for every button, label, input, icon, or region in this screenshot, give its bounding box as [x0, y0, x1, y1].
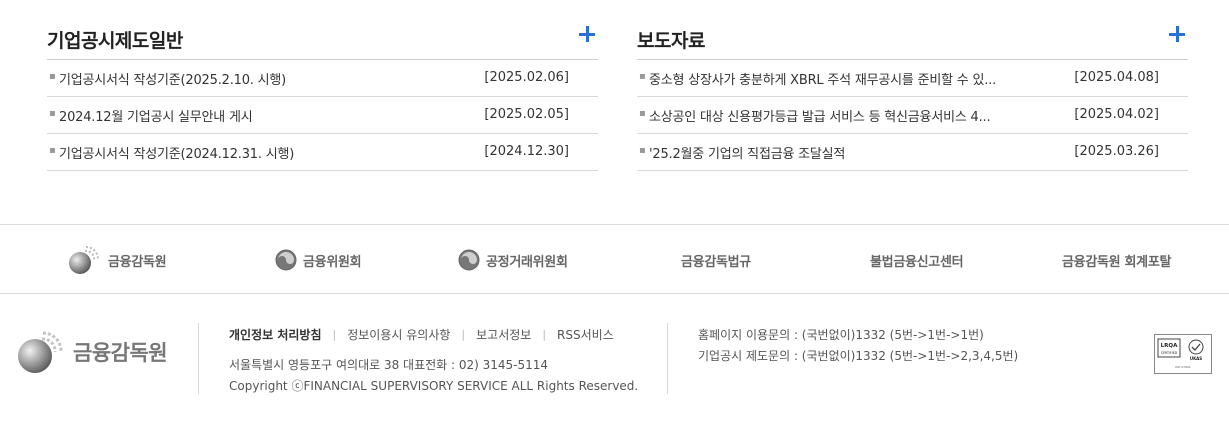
item-title[interactable]: 소상공인 대상 신용평가등급 발급 서비스 등 혁신금융서비스 4...: [649, 106, 990, 125]
list-item[interactable]: ▪ 2024.12월 기업공시 실무안내 게시 [2025.02.05]: [47, 97, 598, 134]
bullet-icon: ▪: [639, 108, 646, 119]
board-title: 보도자료: [637, 30, 705, 52]
certification-badge: LRQA CERTIFIED UKAS ISO 27001: [1154, 334, 1212, 374]
report-info-link[interactable]: 보고서정보: [476, 326, 531, 343]
bullet-icon: ▪: [49, 145, 56, 156]
more-plus-icon[interactable]: [579, 26, 595, 42]
list-item[interactable]: ▪ 기업공시서식 작성기준(2025.2.10. 시행) [2025.02.06…: [47, 60, 598, 97]
partner-label: 금융감독법규: [681, 254, 751, 270]
privacy-policy-link[interactable]: 개인정보 처리방침: [229, 326, 322, 343]
ftc-emblem-icon: [458, 249, 480, 271]
partner-accounting-portal-link[interactable]: 금융감독원 회계포탈: [1062, 249, 1171, 271]
partner-label: 공정거래위원회: [486, 254, 568, 270]
item-title[interactable]: 중소형 상장사가 충분하게 XBRL 주석 재무공시를 준비할 수 있...: [649, 69, 996, 88]
cert-mark-text: CERTIFIED: [1161, 351, 1178, 355]
contact-homepage: 홈페이지 이용문의 : (국번없이)1332 (5번->1번->1번): [698, 328, 984, 342]
cert-mark-text: LRQA: [1161, 343, 1178, 349]
partner-label: 금융감독원 회계포탈: [1062, 254, 1172, 270]
lrqa-ukas-certification-icon: LRQA CERTIFIED UKAS ISO 27001: [1157, 338, 1204, 369]
board-header: 보도자료: [637, 18, 1188, 60]
partner-fss-link[interactable]: 금융감독원: [68, 246, 167, 274]
board-header: 기업공시제도일반: [47, 18, 598, 60]
partner-label: 금융위원회: [303, 254, 362, 270]
link-separator: |: [461, 328, 466, 341]
item-title[interactable]: '25.2월중 기업의 직접금융 조달실적: [649, 143, 845, 162]
item-date: [2025.04.02]: [1074, 107, 1159, 122]
partner-ftc-link[interactable]: 공정거래위원회: [458, 249, 568, 271]
list-item[interactable]: ▪ '25.2월중 기업의 직접금융 조달실적 [2025.03.26]: [637, 134, 1188, 171]
item-date: [2025.03.26]: [1074, 144, 1159, 159]
disclosure-board: 기업공시제도일반 ▪ 기업공시서식 작성기준(2025.2.10. 시행) [2…: [47, 18, 598, 171]
footer-divider: [198, 323, 199, 394]
footer-logo: 금융감독원: [17, 330, 168, 374]
link-separator: |: [542, 328, 547, 341]
item-title[interactable]: 2024.12월 기업공시 실무안내 게시: [59, 106, 253, 125]
bullet-icon: ▪: [639, 145, 646, 156]
bullet-icon: ▪: [49, 108, 56, 119]
item-date: [2025.02.05]: [484, 107, 569, 122]
footer-links: 개인정보 처리방침 | 정보이용시 유의사항 | 보고서정보 | RSS서비스: [229, 326, 614, 343]
list-item[interactable]: ▪ 기업공시서식 작성기준(2024.12.31. 시행) [2024.12.3…: [47, 134, 598, 171]
bullet-icon: ▪: [49, 71, 56, 82]
partner-fsc-link[interactable]: 금융위원회: [275, 249, 362, 271]
item-title[interactable]: 기업공시서식 작성기준(2025.2.10. 시행): [59, 69, 286, 88]
partner-label: 금융감독원: [108, 254, 167, 270]
partner-regulation-link[interactable]: 금융감독법규: [681, 249, 751, 271]
press-board: 보도자료 ▪ 중소형 상장사가 충분하게 XBRL 주석 재무공시를 준비할 수…: [637, 18, 1188, 171]
rss-service-link[interactable]: RSS서비스: [557, 326, 614, 343]
fss-logo-icon: [18, 331, 63, 373]
more-plus-icon[interactable]: [1169, 26, 1185, 42]
cert-mark-text: UKAS: [1190, 356, 1202, 361]
fss-logo-icon: [69, 246, 99, 274]
list-item[interactable]: ▪ 소상공인 대상 신용평가등급 발급 서비스 등 혁신금융서비스 4... […: [637, 97, 1188, 134]
section-divider: [0, 293, 1229, 294]
contact-disclosure: 기업공시 제도문의 : (국번없이)1332 (5번->1번->2,3,4,5번…: [698, 349, 1019, 363]
footer-logo-text: 금융감독원: [73, 341, 168, 365]
item-date: [2025.02.06]: [484, 70, 569, 85]
fsc-emblem-icon: [275, 249, 297, 271]
item-date: [2025.04.08]: [1074, 70, 1159, 85]
usage-notice-link[interactable]: 정보이용시 유의사항: [347, 326, 450, 343]
item-title[interactable]: 기업공시서식 작성기준(2024.12.31. 시행): [59, 143, 294, 162]
footer-divider: [667, 323, 668, 394]
list-item[interactable]: ▪ 중소형 상장사가 충분하게 XBRL 주석 재무공시를 준비할 수 있...…: [637, 60, 1188, 97]
partner-label: 불법금융신고센터: [870, 254, 964, 270]
board-title: 기업공시제도일반: [47, 30, 183, 52]
partner-links: 금융감독원 금융위원회 공정거래위원회 금융감독법규 불법금융신고센터 금융감독…: [0, 225, 1229, 293]
bullet-icon: ▪: [639, 71, 646, 82]
link-separator: |: [332, 328, 337, 341]
footer-address: 서울특별시 영등포구 여의대로 38 대표전화 : 02) 3145-5114: [229, 358, 549, 372]
item-date: [2024.12.30]: [484, 144, 569, 159]
footer-copyright: Copyright ⓒFINANCIAL SUPERVISORY SERVICE…: [229, 379, 639, 393]
cert-mark-text: ISO 27001: [1175, 365, 1191, 369]
partner-report-center-link[interactable]: 불법금융신고센터: [870, 249, 964, 271]
